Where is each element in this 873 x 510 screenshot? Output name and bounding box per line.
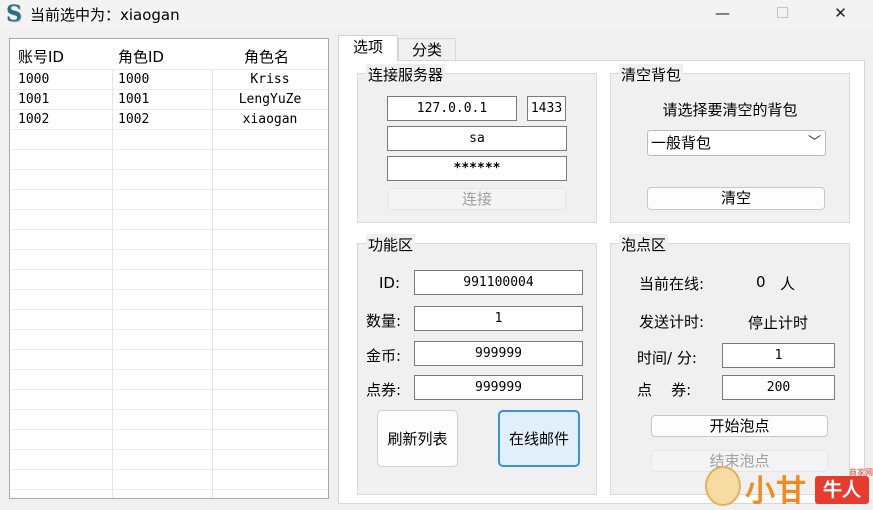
timer-status: 停止计时	[748, 314, 809, 332]
cell-role-name[interactable]: Kriss	[212, 70, 328, 90]
host-input[interactable]: 127.0.0.1	[387, 96, 517, 121]
password-input[interactable]: ******	[387, 156, 567, 181]
column-header-role-id[interactable]: 角色ID	[118, 46, 164, 67]
quantity-label: 数量:	[366, 312, 402, 330]
list-grid-line	[10, 429, 328, 430]
list-grid-line	[10, 389, 328, 390]
start-afk-button[interactable]: 开始泡点	[651, 415, 828, 437]
cell-role-id[interactable]: 1001	[118, 90, 149, 110]
coupon-label: 点券:	[366, 381, 402, 399]
username-input[interactable]: sa	[387, 126, 567, 151]
online-count: 0	[756, 273, 766, 291]
cell-role-name[interactable]: xiaogan	[212, 110, 328, 130]
list-grid-line	[10, 349, 328, 350]
close-button[interactable]: ✕	[818, 0, 863, 28]
points-input[interactable]: 200	[722, 375, 835, 400]
list-grid-line	[10, 489, 328, 490]
list-grid-line	[10, 249, 328, 250]
chevron-down-icon: ﹀	[807, 135, 821, 150]
list-grid-line	[10, 149, 328, 150]
list-grid-line	[10, 269, 328, 270]
cell-role-id[interactable]: 1000	[118, 70, 149, 90]
app-icon: S	[6, 1, 22, 27]
title-bar: S 当前选中为：xiaogan — ☐ ✕	[0, 0, 873, 30]
group-title: 清空背包	[619, 64, 684, 85]
timer-label: 发送计时:	[639, 313, 705, 331]
group-title: 泡点区	[619, 234, 669, 255]
watermark-text: 小甘	[745, 474, 807, 509]
gold-label: 金币:	[366, 347, 402, 365]
gold-input[interactable]: 999999	[414, 341, 583, 366]
online-label: 当前在线:	[639, 275, 705, 293]
maximize-button[interactable]: ☐	[760, 0, 805, 28]
list-grid-line	[10, 469, 328, 470]
refresh-list-button[interactable]: 刷新列表	[377, 410, 458, 467]
list-grid-line	[10, 309, 328, 310]
points-label: 点 券:	[637, 381, 692, 399]
minimize-button[interactable]: —	[700, 0, 745, 28]
bag-select[interactable]: 一般背包 ﹀	[647, 130, 826, 156]
list-grid-line	[10, 409, 328, 410]
cell-account-id[interactable]: 1001	[18, 90, 49, 110]
item-id-input[interactable]: 991100004	[414, 270, 583, 295]
list-grid-line	[10, 289, 328, 290]
clear-bag-prompt: 请选择要清空的背包	[662, 101, 798, 119]
tab-options[interactable]: 选项	[338, 35, 398, 62]
cell-account-id[interactable]: 1002	[18, 110, 49, 130]
column-header-account-id[interactable]: 账号ID	[18, 46, 64, 67]
list-grid-line	[10, 229, 328, 230]
interval-label: 时间/ 分:	[637, 349, 697, 367]
window-title: 当前选中为：xiaogan	[30, 6, 180, 24]
cell-account-id[interactable]: 1000	[18, 70, 49, 90]
watermark-small-text: 商家网	[849, 468, 873, 477]
list-grid-line	[10, 209, 328, 210]
watermark-badge: 牛人	[815, 476, 869, 504]
cell-role-name[interactable]: LengYuZe	[212, 90, 328, 110]
watermark-logo: 小甘 牛人 商家网	[705, 462, 873, 509]
group-title: 功能区	[366, 234, 416, 255]
list-grid-line	[10, 329, 328, 330]
list-grid-line	[10, 449, 328, 450]
quantity-input[interactable]: 1	[414, 306, 583, 331]
list-grid-line	[10, 189, 328, 190]
connect-button[interactable]: 连接	[388, 188, 566, 210]
character-list[interactable]: 账号ID 角色ID 角色名 1000 1000 Kriss 1001 1001 …	[9, 38, 329, 499]
bag-select-value: 一般背包	[651, 134, 712, 152]
list-header: 账号ID 角色ID 角色名	[10, 39, 328, 70]
interval-input[interactable]: 1	[722, 343, 835, 368]
tab-category[interactable]: 分类	[398, 38, 456, 62]
port-input[interactable]: 1433	[527, 96, 566, 121]
list-grid-line	[10, 369, 328, 370]
list-grid-line	[10, 169, 328, 170]
online-unit: 人	[780, 275, 796, 293]
group-title: 连接服务器	[366, 64, 446, 85]
cat-mascot-icon	[705, 466, 741, 506]
coupon-input[interactable]: 999999	[414, 375, 583, 400]
clear-button[interactable]: 清空	[647, 187, 825, 210]
cell-role-id[interactable]: 1002	[118, 110, 149, 130]
online-mail-button[interactable]: 在线邮件	[498, 410, 580, 467]
column-header-role-name[interactable]: 角色名	[244, 46, 289, 67]
item-id-label: ID:	[379, 274, 401, 292]
